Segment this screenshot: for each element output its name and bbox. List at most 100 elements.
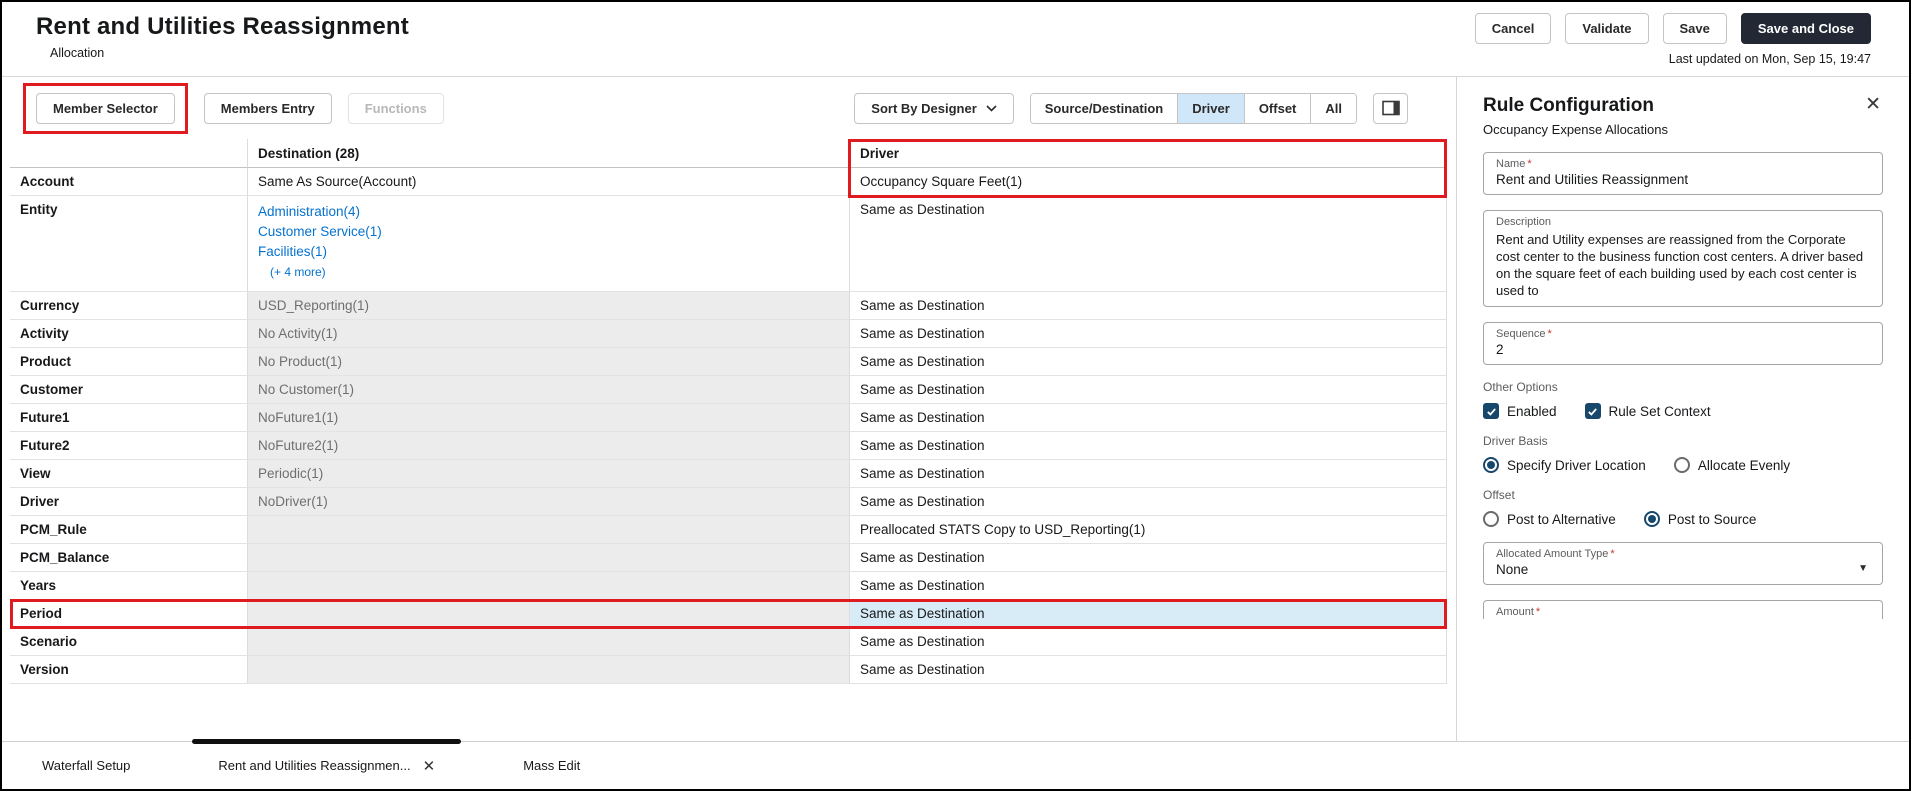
description-field-value[interactable]: Rent and Utility expenses are reassigned… [1496,231,1870,299]
description-field[interactable]: Description Rent and Utility expenses ar… [1483,210,1883,307]
table-row-version: Version Same as Destination [10,656,1447,684]
dropdown-caret-icon: ▼ [1858,563,1868,574]
post-to-alternative-label: Post to Alternative [1507,511,1616,527]
sequence-field[interactable]: Sequence * 2 [1483,322,1883,365]
amount-field-clipped[interactable]: Amount * [1483,600,1883,619]
sequence-field-value[interactable]: 2 [1496,342,1870,357]
tab-waterfall-setup[interactable]: Waterfall Setup [18,742,154,789]
driver-cell[interactable]: Same as Destination [850,320,1447,348]
driver-cell[interactable]: Same as Destination [850,544,1447,572]
driver-cell[interactable]: Same as Destination [850,432,1447,460]
specify-driver-location-label: Specify Driver Location [1507,457,1646,473]
column-header-destination: Destination (28) [248,139,850,168]
table-row-years: Years Same as Destination [10,572,1447,600]
driver-cell[interactable]: Same as Destination [850,572,1447,600]
chevron-down-icon [986,104,997,112]
destination-cell[interactable]: Same As Source(Account) [248,168,850,196]
driver-cell[interactable]: Same as Destination [850,292,1447,320]
driver-cell[interactable]: Same as Destination [850,656,1447,684]
enabled-checkbox[interactable]: Enabled [1483,403,1557,419]
allocation-grid: Destination (28) Driver Account Same As … [10,139,1447,684]
row-label: PCM_Rule [10,516,248,544]
destination-cell [248,656,850,684]
entity-member-link[interactable]: Facilities(1) [258,242,327,262]
table-row-currency: Currency USD_Reporting(1) Same as Destin… [10,292,1447,320]
row-label: Account [10,168,248,196]
entity-member-link[interactable]: Customer Service(1) [258,222,382,242]
row-label: Period [10,600,248,628]
save-button[interactable]: Save [1662,13,1727,44]
driver-basis-label: Driver Basis [1483,434,1548,448]
amount-field-label: Amount [1496,606,1534,618]
close-icon[interactable]: ✕ [1863,95,1883,114]
page-header: Rent and Utilities Reassignment Allocati… [2,2,1909,77]
post-to-source-radio[interactable]: Post to Source [1643,511,1757,527]
entity-more-link[interactable]: (+ 4 more) [270,262,326,282]
driver-cell[interactable]: Same as Destination [850,628,1447,656]
post-to-source-label: Post to Source [1667,511,1757,527]
destination-cell[interactable]: Administration(4) Customer Service(1) Fa… [248,196,850,292]
tab-mass-edit[interactable]: Mass Edit [499,742,604,789]
name-field-value[interactable]: Rent and Utilities Reassignment [1496,172,1870,187]
allocated-amount-type-dropdown[interactable]: Allocated Amount Type * None ▼ [1483,542,1883,585]
designer-area: Member Selector Members Entry Functions … [2,77,1456,741]
destination-cell: No Activity(1) [248,320,850,348]
driver-cell[interactable]: Same as Destination [850,600,1447,628]
tab-close-icon[interactable]: ✕ [423,757,436,775]
row-label: Product [10,348,248,376]
page-subtitle: Allocation [50,46,105,60]
driver-cell[interactable]: Preallocated STATS Copy to USD_Reporting… [850,516,1447,544]
specify-driver-location-radio[interactable]: Specify Driver Location [1483,457,1646,473]
radio-unselected-icon [1673,457,1690,473]
other-options-label: Other Options [1483,380,1558,394]
required-asterisk: * [1610,548,1615,560]
toggle-panel-button[interactable] [1373,92,1408,124]
driver-cell[interactable]: Same as Destination [850,196,1447,292]
driver-cell[interactable]: Same as Destination [850,488,1447,516]
tab-label: Waterfall Setup [42,758,131,773]
driver-cell[interactable]: Same as Destination [850,460,1447,488]
rule-set-context-checkbox[interactable]: Rule Set Context [1584,403,1711,419]
cancel-button[interactable]: Cancel [1474,13,1552,44]
table-row-future2: Future2 NoFuture2(1) Same as Destination [10,432,1447,460]
save-and-close-button[interactable]: Save and Close [1740,13,1871,44]
driver-cell[interactable]: Same as Destination [850,376,1447,404]
sort-by-dropdown[interactable]: Sort By Designer [854,92,1014,124]
driver-cell[interactable]: Occupancy Square Feet(1) [850,168,1447,196]
panel-title: Rule Configuration [1483,95,1654,116]
validate-button[interactable]: Validate [1565,13,1649,44]
radio-selected-icon [1483,457,1499,473]
designer-toolbar: Member Selector Members Entry Functions … [2,77,1456,139]
post-to-alternative-radio[interactable]: Post to Alternative [1483,511,1616,527]
rule-set-context-checkbox-label: Rule Set Context [1608,403,1711,419]
destination-cell: NoFuture1(1) [248,404,850,432]
driver-cell[interactable]: Same as Destination [850,348,1447,376]
allocated-amount-type-value: None [1496,562,1529,577]
segment-source-destination[interactable]: Source/Destination [1030,93,1178,123]
required-asterisk: * [1535,606,1541,618]
members-entry-button[interactable]: Members Entry [203,92,332,124]
member-selector-button[interactable]: Member Selector [36,92,175,124]
name-field[interactable]: Name * Rent and Utilities Reassignment [1483,152,1883,195]
destination-cell [248,516,850,544]
driver-cell[interactable]: Same as Destination [850,404,1447,432]
grid-header-row: Destination (28) Driver [10,139,1447,168]
destination-cell: No Product(1) [248,348,850,376]
segment-driver[interactable]: Driver [1177,93,1244,123]
table-row-future1: Future1 NoFuture1(1) Same as Destination [10,404,1447,432]
entity-member-link[interactable]: Administration(4) [258,202,360,222]
table-row-pcm-rule: PCM_Rule Preallocated STATS Copy to USD_… [10,516,1447,544]
row-label: Driver [10,488,248,516]
table-row-activity: Activity No Activity(1) Same as Destinat… [10,320,1447,348]
tab-rent-and-utilities-reassignment[interactable]: Rent and Utilities Reassignmen... ✕ [190,739,463,789]
functions-button: Functions [347,92,444,124]
table-row-driver: Driver NoDriver(1) Same as Destination [10,488,1447,516]
sort-by-label: Sort By Designer [871,100,977,116]
destination-cell [248,544,850,572]
allocate-evenly-radio[interactable]: Allocate Evenly [1673,457,1790,473]
table-row-account: Account Same As Source(Account) Occupanc… [10,168,1447,196]
segment-all[interactable]: All [1310,93,1356,123]
destination-cell [248,572,850,600]
segment-offset[interactable]: Offset [1243,93,1311,123]
title-block: Rent and Utilities Reassignment Allocati… [36,13,409,60]
